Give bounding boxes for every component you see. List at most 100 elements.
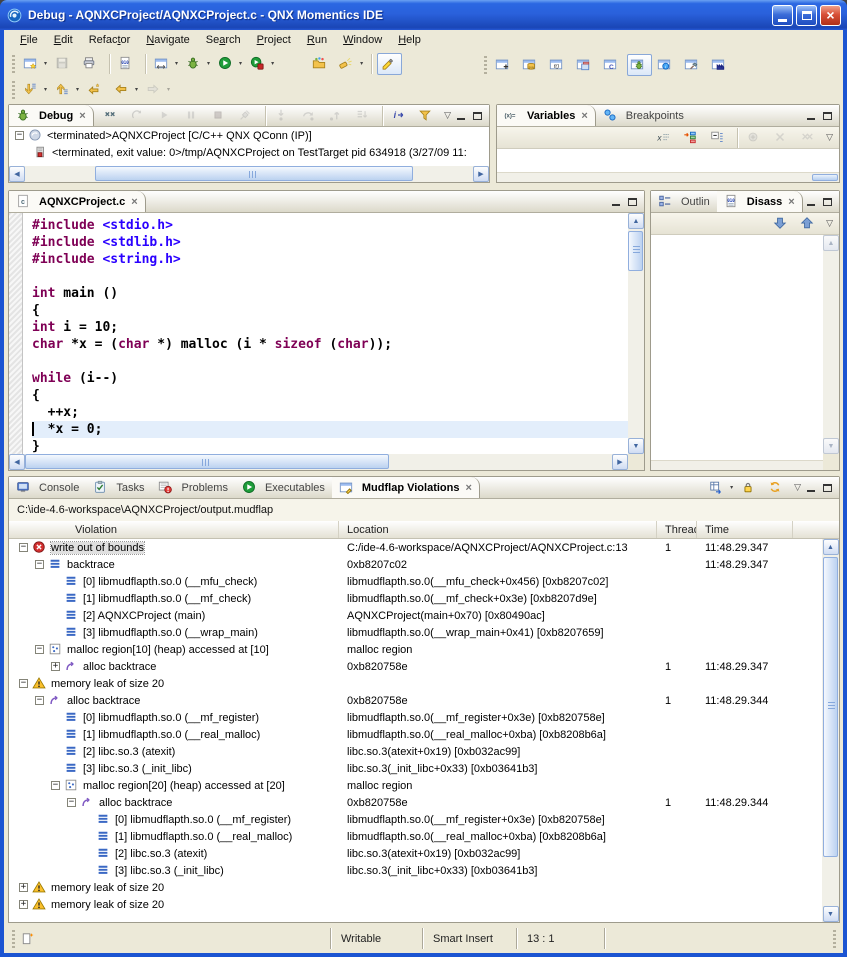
violation-row[interactable]: [1] libmudflapth.so.0 (__real_malloc)lib… [9,828,822,845]
highlighter-button[interactable] [377,53,402,75]
code-line[interactable] [32,268,628,285]
minimize-view-button[interactable] [454,109,467,122]
tab-aqnxcproject-c[interactable]: cAQNXCProject.c× [9,191,146,212]
debug-tree-item[interactable]: <terminated, exit value: 0>/tmp/AQNXCPro… [9,144,489,161]
close-tab-icon[interactable]: × [581,110,587,122]
run-button[interactable]: ▾ [215,53,245,75]
use-step-filters-button[interactable] [415,105,440,127]
scroll-lock-button[interactable] [738,477,763,499]
violation-row[interactable]: [0] libmudflapth.so.0 (__mf_register)lib… [9,709,822,726]
cpp-browsing-perspective-button[interactable]: f() [546,54,571,76]
add-global-variables-button[interactable] [680,127,705,149]
dropdown-arrow-icon[interactable]: ▾ [44,86,47,93]
violation-row[interactable]: −memory leak of size 20 [9,675,822,692]
scroll-thumb[interactable] [628,231,643,271]
view-menu-icon[interactable]: ▽ [823,132,836,143]
tab-breakpoints[interactable]: Breakpoints [596,105,691,126]
violation-row[interactable]: +alloc backtrace0xb820758e111:48.29.347 [9,658,822,675]
debug-perspective-button[interactable] [627,54,652,76]
minimize-button[interactable] [772,5,793,26]
column-thread[interactable]: Thread [657,521,697,538]
scroll-down-button[interactable]: ▼ [823,906,839,922]
violation-row[interactable]: −alloc backtrace0xb820758e111:48.29.344 [9,794,822,811]
tree-expander[interactable]: + [51,662,60,671]
h-scrollbar[interactable]: ◀ ▶ [9,454,628,470]
scroll-thumb[interactable] [95,166,413,181]
code-line[interactable]: #include <stdio.h> [32,217,628,234]
search-button[interactable]: ▾ [336,53,366,75]
scroll-up-button[interactable]: ▲ [823,235,839,251]
show-type-names-button[interactable]: x [653,127,678,149]
close-tab-icon[interactable]: × [79,110,85,122]
tab-mudflap-violations[interactable]: Mudflap Violations× [332,477,480,498]
dropdown-arrow-icon[interactable]: ▾ [239,60,242,67]
next-annotation-button[interactable]: ▾ [20,79,50,101]
dropdown-arrow-icon[interactable]: ▾ [167,86,170,93]
target-navigator-perspective-button[interactable] [681,54,706,76]
menu-window[interactable]: Window [335,32,390,49]
step-into-selection-button[interactable]: i [388,105,413,127]
code-line[interactable]: #include <stdlib.h> [32,234,628,251]
tree-expander[interactable]: − [35,696,44,705]
maximize-view-button[interactable] [471,109,484,122]
violation-row[interactable]: +memory leak of size 20 [9,879,822,896]
arrow-down-button[interactable] [770,213,795,235]
toolbar-grip[interactable] [484,56,487,74]
tab-outlin[interactable]: Outlin [651,191,717,212]
tab-tasks[interactable]: Tasks [86,477,151,498]
debug-button[interactable]: ▾ [183,53,213,75]
svn-perspective-button[interactable]: SVN [519,54,544,76]
menu-search[interactable]: Search [198,32,249,49]
tree-expander[interactable]: − [19,543,28,552]
scroll-left-button[interactable]: ◀ [9,454,25,470]
print-button[interactable] [79,53,104,75]
violation-row[interactable]: [2] AQNXCProject (main)AQNXCProject(main… [9,607,822,624]
violation-row[interactable]: −write out of boundsC:/ide-4.6-workspace… [9,539,822,556]
close-tab-icon[interactable]: × [788,196,794,208]
code-line[interactable]: { [32,387,628,404]
menu-run[interactable]: Run [299,32,335,49]
variables-content[interactable] [497,149,839,182]
h-scrollbar[interactable] [651,460,839,470]
dropdown-arrow-icon[interactable]: ▾ [360,60,363,67]
refresh-button[interactable] [765,477,790,499]
tree-expander[interactable]: + [19,883,28,892]
new-wizard-button[interactable]: ▾ [20,53,50,75]
annotation-ruler[interactable] [9,213,23,454]
tree-expander[interactable]: − [19,679,28,688]
tab-executables[interactable]: Executables [235,477,332,498]
dropdown-arrow-icon[interactable]: ▾ [271,60,274,67]
scroll-right-button[interactable]: ▶ [612,454,628,470]
scroll-up-button[interactable]: ▲ [628,213,644,229]
column-violation[interactable]: Violation [9,521,339,538]
remove-all-terminated-button[interactable] [100,105,125,127]
menu-project[interactable]: Project [249,32,299,49]
violation-row[interactable]: [1] libmudflapth.so.0 (__mf_check)libmud… [9,590,822,607]
code-line[interactable]: #include <string.h> [32,251,628,268]
violation-row[interactable]: [3] libmudflapth.so.0 (__wrap_main)libmu… [9,624,822,641]
scroll-right-button[interactable]: ▶ [473,166,489,182]
tree-expander[interactable]: − [51,781,60,790]
minimize-view-button[interactable] [609,195,622,208]
collapse-all-button[interactable] [707,127,732,149]
menu-edit[interactable]: Edit [46,32,81,49]
close-button[interactable]: × [820,5,841,26]
code-line[interactable]: { [32,302,628,319]
scroll-thumb[interactable] [812,174,838,181]
code-line[interactable]: int i = 10; [32,319,628,336]
dropdown-arrow-icon[interactable]: ▾ [207,60,210,67]
system-builder-perspective-button[interactable] [708,54,733,76]
binary-button[interactable]: 010 [115,53,140,75]
maximize-button[interactable] [796,5,817,26]
code-line[interactable]: } [32,438,628,454]
column-time[interactable]: Time [697,521,793,538]
menu-help[interactable]: Help [390,32,429,49]
tab-problems[interactable]: Problems [151,477,234,498]
close-tab-icon[interactable]: × [465,482,471,494]
minimize-view-button[interactable] [804,109,817,122]
toolbar-grip[interactable] [12,81,15,99]
code-line[interactable]: *x = 0; [32,421,628,438]
debug-config-button[interactable]: ▾ [151,53,181,75]
arrow-up-button[interactable] [797,213,822,235]
minimize-view-button[interactable] [804,481,817,494]
